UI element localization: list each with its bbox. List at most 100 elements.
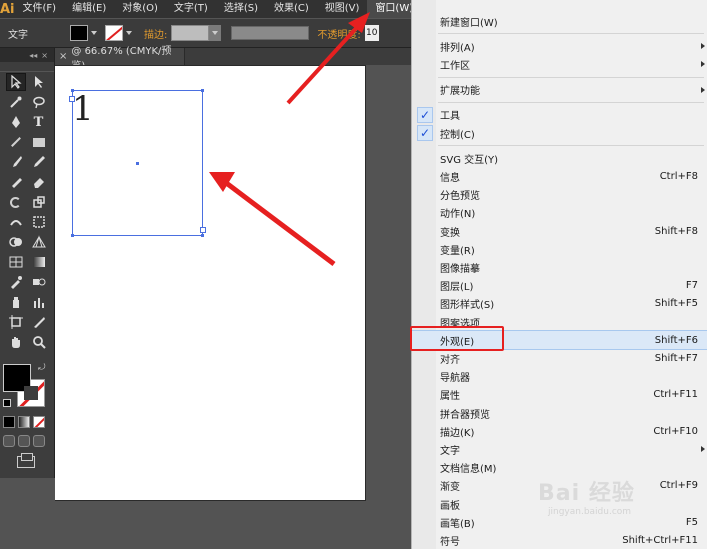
rectangle-tool-icon[interactable] (29, 133, 49, 151)
width-tool-icon[interactable] (6, 213, 26, 231)
column-graph-tool-icon[interactable] (29, 293, 49, 311)
menu-item-label: 描边(K) (440, 427, 475, 439)
paintbrush-tool-icon[interactable] (6, 153, 26, 171)
selection-tool-icon[interactable] (5, 73, 26, 91)
draw-behind-icon[interactable] (18, 435, 30, 447)
gradient-mode-icon[interactable] (18, 416, 30, 428)
text-frame-out-port[interactable] (200, 227, 206, 233)
menu-object[interactable]: 对象(O) (114, 0, 166, 18)
submenu-arrow-icon (701, 61, 705, 68)
close-tab-icon[interactable]: × (59, 51, 67, 62)
menu-item-label: 拼合器预览 (440, 409, 490, 421)
eraser-tool-icon[interactable] (29, 173, 49, 191)
none-mode-icon[interactable] (33, 416, 45, 428)
fill-color-swatch[interactable] (70, 25, 88, 41)
collapse-icon[interactable]: ◂◂ (29, 51, 37, 60)
menu-file[interactable]: 文件(F) (15, 0, 65, 18)
slice-tool-icon[interactable] (29, 313, 49, 331)
color-mode-icon[interactable] (3, 416, 15, 428)
fill-stroke-control[interactable]: ⤾ (3, 363, 51, 411)
tools-panel: ◂◂ × T ⤾ (0, 48, 55, 478)
gradient-tool-icon[interactable] (29, 253, 49, 271)
mode-label: 文字 (8, 29, 28, 41)
stroke-weight-dropdown[interactable] (209, 25, 222, 41)
menu-item[interactable]: 新建窗口(W) (412, 12, 707, 30)
menu-item[interactable]: 属性 Ctrl+F11 (412, 386, 707, 404)
draw-normal-icon[interactable] (3, 435, 15, 447)
type-tool-icon[interactable]: T (29, 113, 49, 131)
menu-item-shortcut: Shift+F5 (654, 298, 698, 310)
menu-item[interactable]: 工作区 (412, 55, 707, 73)
text-frame-in-port[interactable] (69, 96, 75, 102)
menu-item[interactable]: 扩展功能 (412, 81, 707, 99)
artboard-tool-icon[interactable] (6, 313, 26, 331)
shape-builder-tool-icon[interactable] (6, 233, 26, 251)
document-tab[interactable]: × @ 66.67% (CMYK/预览) (55, 46, 185, 72)
perspective-grid-tool-icon[interactable] (29, 233, 49, 251)
mesh-tool-icon[interactable] (6, 253, 26, 271)
tools-panel-grip[interactable] (0, 62, 54, 72)
rotate-tool-icon[interactable] (6, 193, 26, 211)
symbol-sprayer-tool-icon[interactable] (6, 293, 26, 311)
menu-effect[interactable]: 效果(C) (266, 0, 317, 18)
eyedropper-tool-icon[interactable] (6, 273, 26, 291)
pencil-tool-icon[interactable] (29, 153, 49, 171)
zoom-tool-icon[interactable] (29, 333, 49, 351)
close-icon[interactable]: × (41, 51, 48, 60)
corner-anchor[interactable] (201, 89, 204, 92)
blob-brush-tool-icon[interactable] (6, 173, 26, 191)
menu-view[interactable]: 视图(V) (317, 0, 368, 18)
menu-item[interactable]: 变量(R) (412, 240, 707, 258)
menu-item[interactable]: 图层(L) F7 (412, 277, 707, 295)
canvas-area[interactable]: 1 (55, 65, 411, 549)
direct-selection-tool-icon[interactable] (29, 73, 49, 91)
menu-item[interactable]: 拼合器预览 (412, 404, 707, 422)
menu-item[interactable]: ✓ 工具 (412, 106, 707, 124)
corner-anchor[interactable] (71, 234, 74, 237)
menu-item[interactable]: SVG 交互(Y) (412, 149, 707, 167)
menu-item[interactable]: 变换 Shift+F8 (412, 222, 707, 240)
pen-tool-icon[interactable] (6, 113, 26, 131)
stroke-color-swatch[interactable] (105, 25, 123, 41)
default-colors-icon[interactable] (3, 399, 11, 407)
chevron-down-icon[interactable] (126, 31, 132, 35)
artboard[interactable]: 1 (55, 65, 366, 501)
menu-item[interactable]: 图像描摹 (412, 258, 707, 276)
swap-fill-stroke-icon[interactable]: ⤾ (38, 363, 46, 373)
menu-item[interactable]: ✓ 控制(C) (412, 124, 707, 142)
magic-wand-tool-icon[interactable] (6, 93, 26, 111)
menu-select[interactable]: 选择(S) (216, 0, 266, 18)
variable-width-dropdown[interactable] (231, 26, 310, 40)
scale-tool-icon[interactable] (29, 193, 49, 211)
menu-item[interactable]: 图形样式(S) Shift+F5 (412, 295, 707, 313)
menu-item[interactable]: 描边(K) Ctrl+F10 (412, 422, 707, 440)
menu-item[interactable]: 文字 (412, 440, 707, 458)
free-transform-tool-icon[interactable] (29, 213, 49, 231)
menu-item[interactable]: 导航器 (412, 368, 707, 386)
menu-item[interactable]: 信息 Ctrl+F8 (412, 167, 707, 185)
draw-inside-icon[interactable] (33, 435, 45, 447)
line-tool-icon[interactable] (6, 133, 26, 151)
menu-item[interactable]: 排列(A) (412, 37, 707, 55)
menu-item[interactable]: 动作(N) (412, 204, 707, 222)
stroke-weight-field[interactable] (171, 25, 210, 41)
menu-item-label: 渐变 (440, 482, 460, 494)
menu-item[interactable]: 分色预览 (412, 186, 707, 204)
stroke-label[interactable]: 描边: (144, 26, 167, 41)
menu-edit[interactable]: 编辑(E) (64, 0, 114, 18)
screen-mode-icon[interactable] (17, 453, 35, 468)
opacity-field[interactable]: 10 (364, 25, 379, 41)
menu-item[interactable]: 对齐 Shift+F7 (412, 349, 707, 367)
corner-anchor[interactable] (71, 89, 74, 92)
corner-anchor[interactable] (201, 234, 204, 237)
menu-item-label: 工具 (440, 111, 460, 123)
blend-tool-icon[interactable] (29, 273, 49, 291)
lasso-tool-icon[interactable] (29, 93, 49, 111)
menu-item-label: 图层(L) (440, 282, 474, 294)
opacity-label[interactable]: 不透明度: (317, 26, 360, 41)
text-frame[interactable]: 1 (69, 89, 206, 237)
chevron-down-icon (212, 31, 219, 35)
hand-tool-icon[interactable] (6, 333, 26, 351)
menu-type[interactable]: 文字(T) (166, 0, 216, 18)
chevron-down-icon[interactable] (91, 31, 97, 35)
